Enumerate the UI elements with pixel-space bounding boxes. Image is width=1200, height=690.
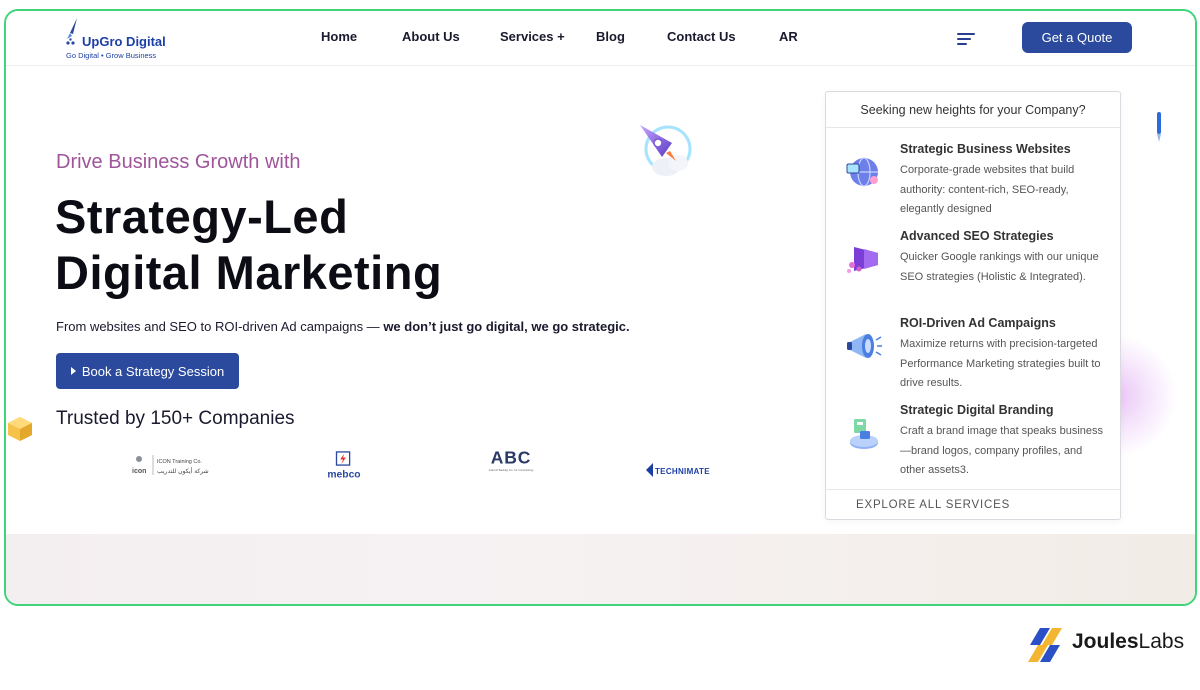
rocket-illustration-icon [640, 125, 692, 176]
service-title: Strategic Digital Branding [900, 403, 1054, 417]
service-title: Strategic Business Websites [900, 142, 1071, 156]
client-abc-sub: Adel Al Badrag Co. for Contracting [489, 468, 534, 472]
client-technimate-word: TECHNIMATE [655, 467, 710, 476]
branding-icon [850, 419, 878, 449]
watermark-normal: Labs [1138, 630, 1185, 653]
client-logo-technimate: TECHNIMATE [646, 463, 710, 477]
headline-line-1: Strategy-Led [55, 190, 349, 243]
client-icon-arabic: شركة أيكون للتدريب [157, 467, 209, 475]
client-abc-word: ABC [491, 448, 531, 468]
hero-eyebrow: Drive Business Growth with [56, 151, 301, 173]
play-triangle-icon [70, 367, 76, 375]
lead-bold: we don’t just go digital, we go strategi… [383, 319, 630, 334]
service-description: Corporate-grade websites that build auth… [900, 164, 1075, 215]
headline-line-2: Digital Marketing [55, 246, 443, 299]
client-icon-word: icon [132, 468, 146, 475]
client-logo-icon-training: icon ICON Training Co. شركة أيكون للتدري… [132, 455, 209, 475]
trusted-by-heading: Trusted by 150+ Companies [56, 408, 295, 429]
service-description: Maximize returns with precision-targeted… [900, 338, 1101, 389]
service-description: Craft a brand image that speaks business… [900, 425, 1104, 476]
lead-normal: From websites and SEO to ROI-driven Ad c… [56, 319, 384, 334]
nav-home[interactable]: Home [321, 29, 357, 44]
jouleslabs-logo-icon [1028, 628, 1062, 662]
hero-lead: From websites and SEO to ROI-driven Ad c… [56, 319, 630, 334]
client-mebco-word: mebco [327, 469, 360, 480]
megaphone-icon [847, 334, 882, 358]
service-item-seo[interactable]: Advanced SEO Strategies Quicker Google r… [826, 229, 1120, 313]
service-item-branding[interactable]: Strategic Digital Branding Craft a brand… [826, 403, 1120, 487]
service-description: Quicker Google rankings with our unique … [900, 251, 1099, 283]
services-panel-heading: Seeking new heights for your Company? [826, 92, 1120, 128]
service-title: Advanced SEO Strategies [900, 229, 1054, 243]
hamburger-menu-icon[interactable] [957, 33, 975, 47]
logo-rocket-icon [66, 18, 77, 45]
cube-decoration-icon [8, 417, 32, 441]
service-item-websites[interactable]: Strategic Business Websites Corporate-gr… [826, 142, 1120, 226]
pencil-icon [1157, 112, 1161, 142]
explore-all-services-link[interactable]: EXPLORE ALL SERVICES [826, 489, 1120, 519]
site-logo[interactable]: UpGro Digital Go Digital • Grow Business [64, 17, 184, 61]
site-header: UpGro Digital Go Digital • Grow Business… [6, 11, 1195, 66]
nav-blog[interactable]: Blog [596, 29, 625, 44]
browser-frame: UpGro Digital Go Digital • Grow Business… [4, 9, 1197, 606]
client-icon-name: ICON Training Co. [157, 459, 202, 465]
cta-label: Book a Strategy Session [81, 363, 225, 379]
nav-services[interactable]: Services + [500, 29, 565, 44]
website-icon [846, 157, 878, 187]
service-item-ad-campaigns[interactable]: ROI-Driven Ad Campaigns Maximize returns… [826, 316, 1120, 400]
client-logo-mebco: mebco [327, 451, 361, 480]
client-logo-abc: ABC Adel Al Badrag Co. for Contracting [489, 448, 534, 473]
service-title: ROI-Driven Ad Campaigns [900, 316, 1056, 330]
watermark-bold: Joules [1072, 630, 1139, 653]
book-strategy-session-button[interactable]: Book a Strategy Session [56, 353, 239, 389]
lower-section-background [6, 534, 1195, 604]
get-a-quote-button[interactable]: Get a Quote [1022, 22, 1132, 53]
nav-about-us[interactable]: About Us [402, 29, 460, 44]
seo-icon [847, 247, 878, 273]
services-panel: Seeking new heights for your Company? St… [825, 91, 1121, 520]
logo-tagline: Go Digital • Grow Business [66, 51, 157, 60]
nav-ar[interactable]: AR [779, 29, 798, 44]
logo-name: UpGro Digital [82, 34, 166, 49]
hero-headline: Strategy-Led Digital Marketing [55, 189, 442, 301]
nav-contact-us[interactable]: Contact Us [667, 29, 736, 44]
watermark-jouleslabs: JoulesLabs [1072, 630, 1184, 654]
